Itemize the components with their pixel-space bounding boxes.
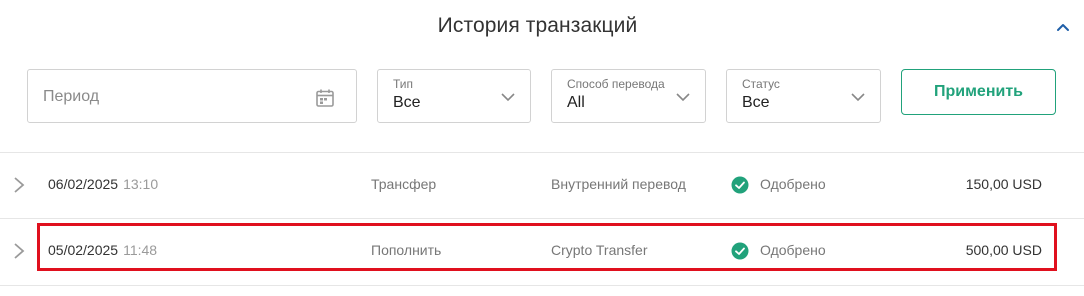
date-value: 05/02/2025 xyxy=(48,242,119,258)
page-title: История транзакций xyxy=(437,14,638,37)
chevron-down-icon xyxy=(851,93,865,102)
table-row[interactable]: 05/02/2025 11:48 Пополнить Crypto Transfe… xyxy=(0,219,1084,283)
chevron-up-icon xyxy=(1057,24,1069,31)
transaction-type: Трансфер xyxy=(371,176,437,192)
transaction-status: Одобрено xyxy=(760,242,826,258)
chevron-down-icon xyxy=(501,93,515,102)
transaction-type: Пополнить xyxy=(371,242,442,258)
divider xyxy=(0,285,1084,286)
status-select[interactable]: Статус Все xyxy=(726,69,881,123)
transaction-method: Crypto Transfer xyxy=(551,242,648,258)
type-value: Все xyxy=(393,94,421,111)
table-row[interactable]: 06/02/2025 13:10 Трансфер Внутренний пере… xyxy=(0,153,1084,217)
time-value: 11:48 xyxy=(123,242,158,258)
transaction-method: Внутренний перевод xyxy=(551,176,686,192)
time-value: 13:10 xyxy=(123,176,159,192)
status-value: Все xyxy=(742,94,770,111)
date-value: 06/02/2025 xyxy=(48,176,119,192)
transaction-date: 06/02/2025 13:10 xyxy=(48,176,158,192)
type-select[interactable]: Тип Все xyxy=(377,69,531,123)
method-select[interactable]: Способ перевода All xyxy=(551,69,706,123)
transaction-history-panel: История транзакций Период Тип Все Способ… xyxy=(0,0,1084,296)
type-label: Тип xyxy=(393,77,414,91)
chevron-right-icon[interactable] xyxy=(12,242,26,260)
transaction-amount: 500,00 USD xyxy=(965,242,1042,258)
check-circle-icon xyxy=(731,242,749,260)
calendar-icon xyxy=(316,89,334,107)
apply-button[interactable]: Применить xyxy=(901,69,1056,115)
transaction-amount: 150,00 USD xyxy=(965,176,1042,192)
status-label: Статус xyxy=(742,77,780,91)
method-value: All xyxy=(567,94,585,111)
collapse-button[interactable] xyxy=(1053,18,1073,38)
period-field[interactable]: Период xyxy=(27,69,357,123)
transaction-date: 05/02/2025 11:48 xyxy=(48,242,157,258)
period-placeholder: Период xyxy=(43,88,100,105)
chevron-right-icon[interactable] xyxy=(12,176,26,194)
method-label: Способ перевода xyxy=(567,77,665,91)
transaction-status: Одобрено xyxy=(760,176,826,192)
check-circle-icon xyxy=(731,176,749,194)
chevron-down-icon xyxy=(676,93,690,102)
